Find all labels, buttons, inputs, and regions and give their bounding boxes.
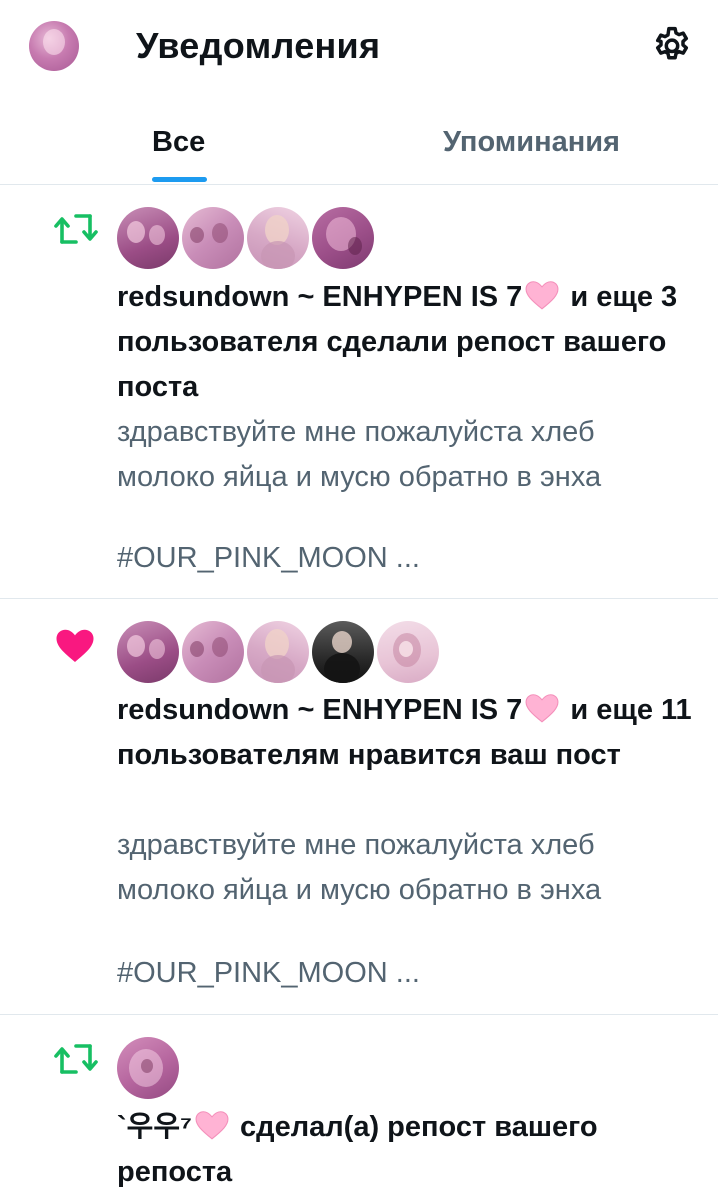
avatar[interactable] xyxy=(182,207,244,269)
retweet-icon xyxy=(54,1044,98,1074)
avatar[interactable] xyxy=(117,621,179,683)
post-hashtag: #OUR_PINK_MOON ... xyxy=(117,957,420,989)
user-name[interactable]: redsundown ~ ENHYPEN IS 7 xyxy=(117,694,522,726)
notification-text: redsundown ~ ENHYPEN IS 7 и еще 3 пользо… xyxy=(117,275,697,410)
retweet-icon xyxy=(54,214,98,244)
notification-text: redsundown ~ ENHYPEN IS 7 и еще 11 польз… xyxy=(117,688,697,778)
avatar[interactable] xyxy=(247,207,309,269)
top-bar: Уведомления xyxy=(0,0,718,92)
tab-mentions[interactable]: Упоминания xyxy=(443,122,620,162)
active-tab-indicator xyxy=(152,177,207,182)
avatar[interactable] xyxy=(377,621,439,683)
post-preview: здравствуйте мне пожалуйста хлеб молоко … xyxy=(117,416,602,493)
profile-avatar[interactable] xyxy=(29,21,79,71)
user-name[interactable]: `우우⁷ xyxy=(117,1111,192,1143)
post-hashtag: #OUR_PINK_MOON ... xyxy=(117,542,420,574)
pink-heart-icon xyxy=(525,281,559,310)
avatar[interactable] xyxy=(182,621,244,683)
gear-icon[interactable] xyxy=(650,24,694,68)
notification-item[interactable]: `우우⁷ сделал(а) репост вашего репоста xyxy=(0,1015,718,1200)
avatar[interactable] xyxy=(247,621,309,683)
page-title: Уведомления xyxy=(136,25,381,66)
tab-all[interactable]: Все xyxy=(152,122,205,162)
avatar[interactable] xyxy=(117,207,179,269)
post-preview: здравствуйте мне пожалуйста хлеб молоко … xyxy=(117,829,602,906)
avatar[interactable] xyxy=(117,1037,179,1099)
notification-item[interactable]: redsundown ~ ENHYPEN IS 7 и еще 11 польз… xyxy=(0,599,718,1015)
pink-heart-icon xyxy=(195,1111,229,1140)
notification-text: `우우⁷ сделал(а) репост вашего репоста xyxy=(117,1105,697,1195)
notification-tabs: Все Упоминания xyxy=(0,100,718,185)
user-name[interactable]: redsundown ~ ENHYPEN IS 7 xyxy=(117,281,522,313)
avatar[interactable] xyxy=(312,621,374,683)
avatar[interactable] xyxy=(312,207,374,269)
pink-heart-icon xyxy=(525,694,559,723)
notification-item[interactable]: redsundown ~ ENHYPEN IS 7 и еще 3 пользо… xyxy=(0,185,718,599)
heart-icon xyxy=(56,629,94,662)
